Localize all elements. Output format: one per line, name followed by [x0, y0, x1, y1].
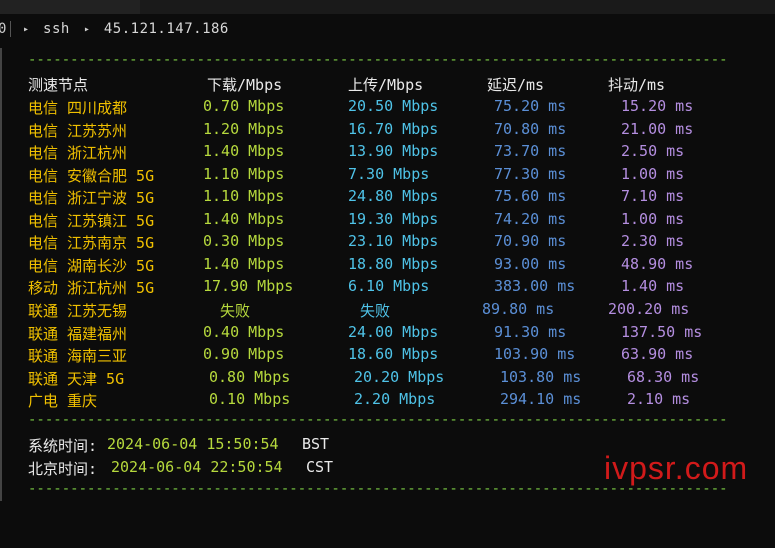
download-speed: 1.40 Mbps: [203, 142, 285, 161]
node-name: 电信 江苏镇江 5G: [28, 211, 155, 230]
upload-speed: 失败: [360, 301, 391, 320]
system-time-line: 系统时间: 2024-06-04 15:50:54 BST: [0, 435, 329, 457]
breadcrumb-command[interactable]: ssh: [43, 21, 70, 37]
latency: 103.80 ms: [500, 367, 582, 386]
jitter: 137.50 ms: [621, 322, 703, 341]
upload-speed: 19.30 Mbps: [348, 209, 439, 228]
beijing-time-zone: CST: [306, 458, 334, 476]
node-name: 电信 江苏苏州: [28, 121, 128, 140]
download-speed: 0.80 Mbps: [209, 367, 291, 386]
latency: 70.90 ms: [494, 232, 567, 251]
download-speed: 0.40 Mbps: [203, 322, 285, 341]
upload-speed: 18.80 Mbps: [348, 254, 439, 273]
chevron-right-icon: ▸: [83, 23, 90, 35]
upload-speed: 7.30 Mbps: [348, 164, 430, 183]
chevron-right-icon: ▸: [23, 23, 30, 35]
download-speed: 0.70 Mbps: [203, 97, 285, 115]
upload-speed: 6.10 Mbps: [348, 277, 430, 296]
upload-speed: 24.80 Mbps: [348, 187, 439, 206]
node-name: 电信 浙江宁波 5G: [28, 189, 155, 208]
beijing-time-line: 北京时间: 2024-06-04 22:50:54 CST: [0, 458, 333, 480]
jitter: 15.20 ms: [621, 97, 694, 115]
divider-middle: ----------------------------------------…: [28, 412, 728, 428]
upload-speed: 24.00 Mbps: [348, 322, 439, 341]
download-speed: 17.90 Mbps: [203, 277, 294, 296]
node-name: 联通 天津 5G: [28, 369, 125, 388]
jitter: 1.00 ms: [621, 164, 685, 183]
latency: 103.90 ms: [494, 345, 576, 364]
upload-speed: 2.20 Mbps: [354, 390, 436, 409]
latency: 91.30 ms: [494, 322, 567, 341]
jitter: 63.90 ms: [621, 345, 694, 364]
header-download: 下载/Mbps: [207, 76, 283, 94]
jitter: 2.30 ms: [621, 232, 685, 251]
latency: 73.70 ms: [494, 142, 567, 161]
node-name: 移动 浙江杭州 5G: [28, 279, 155, 298]
node-name: 广电 重庆: [28, 392, 98, 411]
jitter: 68.30 ms: [627, 367, 700, 386]
download-speed: 1.40 Mbps: [203, 254, 285, 273]
jitter: 7.10 ms: [621, 187, 685, 206]
beijing-time-label: 北京时间:: [28, 460, 98, 478]
jitter: 2.50 ms: [621, 142, 685, 161]
beijing-time-value: 2024-06-04 22:50:54: [111, 458, 283, 476]
download-speed: 0.90 Mbps: [203, 345, 285, 364]
jitter: 48.90 ms: [621, 254, 694, 273]
latency: 294.10 ms: [500, 390, 582, 409]
download-speed: 1.40 Mbps: [203, 209, 285, 228]
terminal-tab[interactable]: [0, 0, 140, 14]
header-latency: 延迟/ms: [487, 76, 545, 94]
upload-speed: 18.60 Mbps: [348, 345, 439, 364]
download-speed: 失败: [220, 301, 251, 320]
header-jitter: 抖动/ms: [608, 76, 666, 94]
breadcrumb-separator: [10, 21, 11, 37]
system-time-zone: BST: [302, 435, 330, 453]
table-header: 测速节点 下载/Mbps 上传/Mbps 延迟/ms 抖动/ms: [0, 74, 665, 96]
latency: 70.80 ms: [494, 119, 567, 138]
latency: 74.20 ms: [494, 209, 567, 228]
breadcrumb-host[interactable]: 45.121.147.186: [104, 21, 229, 37]
node-name: 电信 四川成都: [28, 99, 128, 117]
tab-bar: [0, 0, 775, 14]
node-name: 联通 江苏无锡: [28, 301, 128, 320]
breadcrumb-edge: 0: [0, 21, 7, 37]
upload-speed: 20.20 Mbps: [354, 367, 445, 386]
node-name: 电信 湖南长沙 5G: [28, 256, 155, 275]
node-name: 联通 福建福州: [28, 324, 128, 343]
header-upload: 上传/Mbps: [348, 76, 424, 94]
download-speed: 0.30 Mbps: [203, 232, 285, 251]
latency: 383.00 ms: [494, 277, 576, 296]
latency: 75.20 ms: [494, 97, 567, 115]
node-name: 联通 海南三亚: [28, 347, 128, 366]
latency: 75.60 ms: [494, 187, 567, 206]
node-name: 电信 江苏南京 5G: [28, 234, 155, 253]
latency: 77.30 ms: [494, 164, 567, 183]
system-time-label: 系统时间:: [28, 437, 98, 455]
upload-speed: 23.10 Mbps: [348, 232, 439, 251]
latency: 89.80 ms: [482, 299, 555, 318]
download-speed: 1.10 Mbps: [203, 187, 285, 206]
node-name: 电信 浙江杭州: [28, 144, 128, 163]
jitter: 1.40 ms: [621, 277, 685, 296]
upload-speed: 16.70 Mbps: [348, 119, 439, 138]
system-time-value: 2024-06-04 15:50:54: [107, 435, 279, 453]
watermark-logo: ivpsr.com: [604, 450, 749, 486]
download-speed: 1.10 Mbps: [203, 164, 285, 183]
node-name: 电信 安徽合肥 5G: [28, 166, 155, 185]
download-speed: 0.10 Mbps: [209, 390, 291, 409]
upload-speed: 13.90 Mbps: [348, 142, 439, 161]
header-node: 测速节点: [28, 76, 89, 94]
latency: 93.00 ms: [494, 254, 567, 273]
breadcrumb: 0 ▸ ssh ▸ 45.121.147.186: [0, 14, 775, 44]
jitter: 1.00 ms: [621, 209, 685, 228]
jitter: 2.10 ms: [627, 390, 691, 409]
divider-top: ----------------------------------------…: [28, 52, 728, 68]
jitter: 21.00 ms: [621, 119, 694, 138]
upload-speed: 20.50 Mbps: [348, 97, 439, 115]
jitter: 200.20 ms: [608, 299, 690, 318]
download-speed: 1.20 Mbps: [203, 119, 285, 138]
